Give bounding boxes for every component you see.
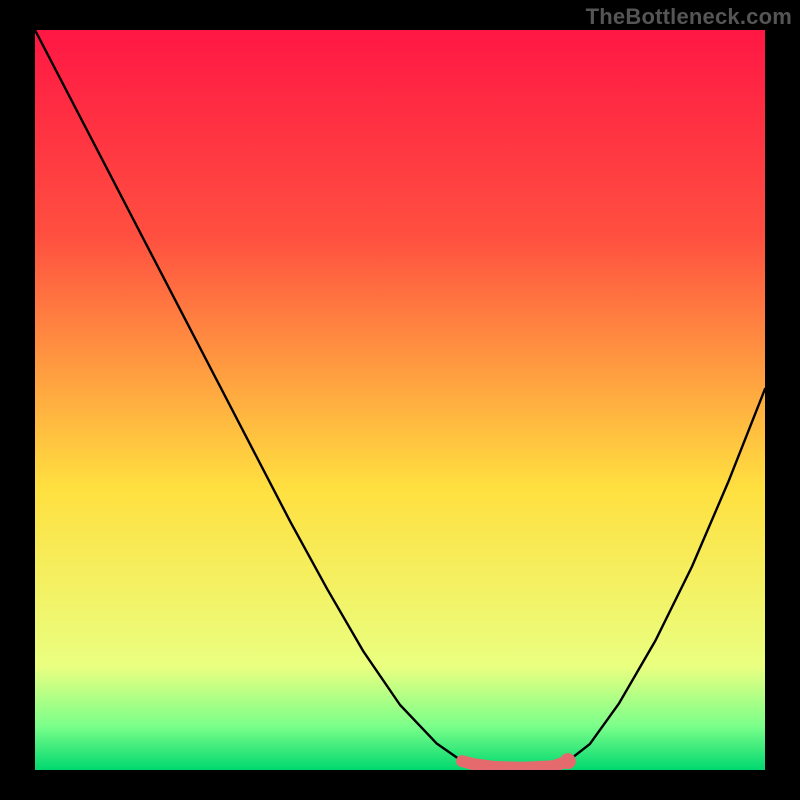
gradient-background — [35, 30, 765, 770]
watermark-text: TheBottleneck.com — [586, 4, 792, 30]
chart-frame: TheBottleneck.com — [0, 0, 800, 800]
accent-point — [560, 753, 576, 769]
plot-area — [35, 30, 765, 770]
accent-segment — [462, 761, 568, 768]
bottleneck-chart — [35, 30, 765, 770]
